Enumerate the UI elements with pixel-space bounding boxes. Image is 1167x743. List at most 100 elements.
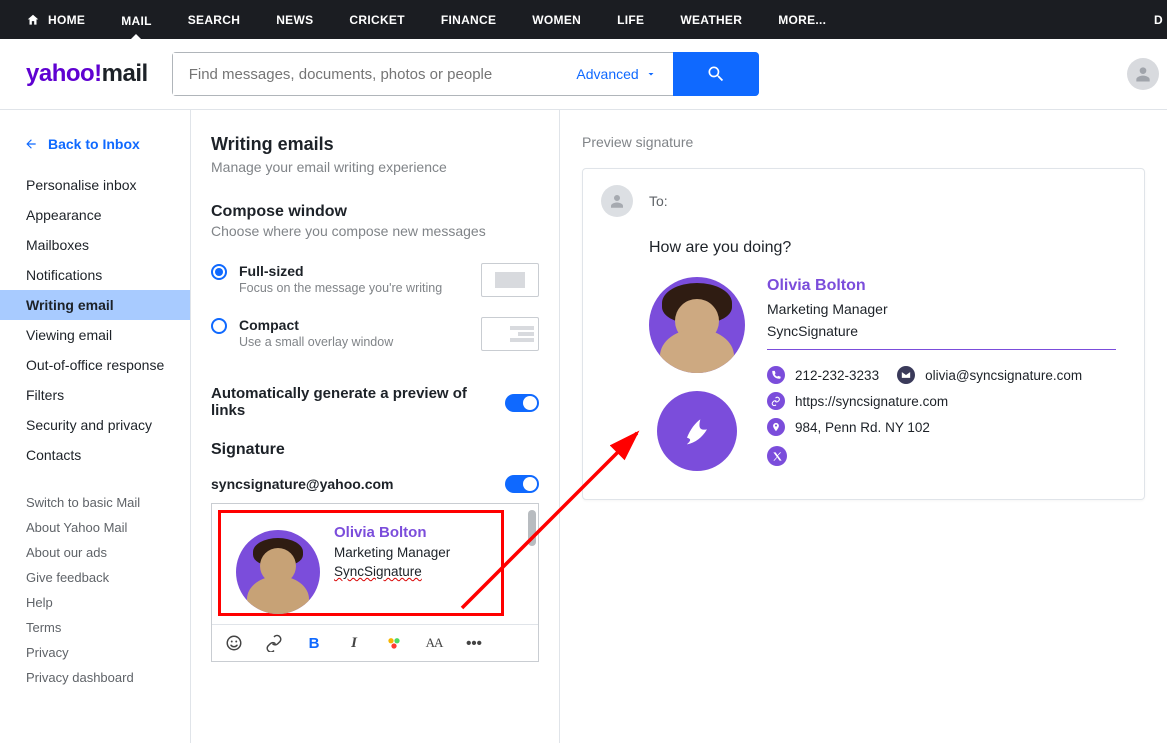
signature-toggle[interactable] [505,475,539,493]
twitter-icon[interactable] [767,446,787,466]
user-icon [1133,64,1153,84]
sidebar-about-ads[interactable]: About our ads [0,540,190,565]
sidebar-security[interactable]: Security and privacy [0,410,190,440]
chevron-down-icon [645,68,657,80]
sidebar-contacts[interactable]: Contacts [0,440,190,470]
sig-small-title: Marketing Manager [334,541,450,560]
syncsignature-logo-icon [677,411,717,451]
sig-phone-row: 212-232-3233 [767,362,879,388]
back-to-inbox[interactable]: Back to Inbox [0,128,190,170]
link-button[interactable] [264,633,284,653]
italic-button[interactable]: I [344,633,364,653]
emoji-button[interactable] [224,633,244,653]
nav-more[interactable]: MORE... [778,13,826,27]
nav-finance[interactable]: FINANCE [441,13,496,27]
sidebar-terms[interactable]: Terms [0,615,190,640]
sidebar-appearance[interactable]: Appearance [0,200,190,230]
link-icon [767,392,785,410]
radio-compact-sub: Use a small overlay window [239,335,393,349]
smiley-icon [225,634,243,652]
full-sized-thumb [481,263,539,297]
sig-website-row: https://syncsignature.com [767,388,1116,414]
sig-company: SyncSignature [767,317,1116,339]
sidebar-notifications[interactable]: Notifications [0,260,190,290]
bold-button[interactable]: B [304,633,324,653]
search-input[interactable] [173,53,561,95]
compose-option-compact[interactable]: Compact Use a small overlay window [211,307,539,361]
search-button[interactable] [673,52,759,96]
signature-avatar [649,277,745,373]
global-nav: HOME MAIL SEARCH NEWS CRICKET FINANCE WO… [0,0,1167,39]
signature-heading: Signature [211,431,539,459]
signature-preview: Olivia Bolton Marketing Manager SyncSign… [601,277,1116,471]
nav-women[interactable]: WOMEN [532,13,581,27]
compact-thumb [481,317,539,351]
link-preview-row: Automatically generate a preview of link… [211,361,539,431]
header: yahoo!mail Advanced [0,39,1167,110]
page-subtitle: Manage your email writing experience [211,159,539,175]
signature-avatar-small [236,530,320,614]
sidebar-filters[interactable]: Filters [0,380,190,410]
sidebar-viewing-email[interactable]: Viewing email [0,320,190,350]
signature-account-row: syncsignature@yahoo.com [211,461,539,503]
company-logo [657,391,737,471]
radio-compact-label: Compact [239,317,393,333]
preview-card: To: How are you doing? Olivia Bolton Mar… [582,168,1145,500]
sig-address-row: 984, Penn Rd. NY 102 [767,414,1116,440]
sidebar-basic-mail[interactable]: Switch to basic Mail [0,490,190,515]
page-title: Writing emails [211,134,539,155]
nav-right-edge: D [1154,13,1163,27]
font-size-button[interactable]: AA [424,633,444,653]
signature-edit-area[interactable]: Olivia Bolton Marketing Manager SyncSign… [212,504,538,624]
sig-divider [767,349,1116,350]
radio-compact[interactable] [211,318,227,334]
settings-sidebar: Back to Inbox Personalise inbox Appearan… [0,110,191,743]
signature-editor: Olivia Bolton Marketing Manager SyncSign… [211,503,539,662]
sidebar-personalise[interactable]: Personalise inbox [0,170,190,200]
compose-option-full[interactable]: Full-sized Focus on the message you're w… [211,253,539,307]
sidebar-mailboxes[interactable]: Mailboxes [0,230,190,260]
advanced-search-link[interactable]: Advanced [560,66,672,82]
sidebar-about-yahoo-mail[interactable]: About Yahoo Mail [0,515,190,540]
signature-email: syncsignature@yahoo.com [211,476,393,492]
search-box: Advanced [172,52,759,96]
nav-search[interactable]: SEARCH [188,13,240,27]
signature-content-small: Olivia Bolton Marketing Manager SyncSign… [236,524,450,614]
radio-full-sized[interactable] [211,264,227,280]
more-button[interactable]: ••• [464,633,484,653]
sidebar-writing-email[interactable]: Writing email [0,290,190,320]
color-button[interactable] [384,633,404,653]
preview-label: Preview signature [582,134,1145,150]
nav-cricket[interactable]: CRICKET [349,13,404,27]
sidebar-help[interactable]: Help [0,590,190,615]
nav-home[interactable]: HOME [48,13,85,27]
sidebar-privacy-dashboard[interactable]: Privacy dashboard [0,665,190,690]
nav-weather[interactable]: WEATHER [680,13,742,27]
account-avatar[interactable] [1127,58,1159,90]
color-icon [385,634,403,652]
nav-news[interactable]: NEWS [276,13,313,27]
sig-name: Olivia Bolton [767,277,1116,295]
email-icon [897,366,915,384]
sig-email-row: olivia@syncsignature.com [897,362,1082,388]
yahoo-mail-logo: yahoo!mail [26,60,148,88]
user-icon [608,192,626,210]
arrow-left-icon [24,137,38,151]
radio-full-label: Full-sized [239,263,442,279]
link-preview-toggle[interactable] [505,394,539,412]
sidebar-privacy[interactable]: Privacy [0,640,190,665]
link-icon [265,634,283,652]
location-icon [767,418,785,436]
recipient-avatar [601,185,633,217]
sidebar-out-of-office[interactable]: Out-of-office response [0,350,190,380]
nav-life[interactable]: LIFE [617,13,644,27]
editor-toolbar: B I AA ••• [212,624,538,661]
settings-panel: Writing emails Manage your email writing… [191,110,560,743]
editor-scrollbar[interactable] [528,510,536,546]
to-label: To: [649,193,668,209]
compose-heading: Compose window [211,203,539,221]
nav-mail[interactable]: MAIL [121,14,152,28]
home-icon [26,13,40,27]
sidebar-feedback[interactable]: Give feedback [0,565,190,590]
preview-pane: Preview signature To: How are you doing?… [560,110,1167,743]
